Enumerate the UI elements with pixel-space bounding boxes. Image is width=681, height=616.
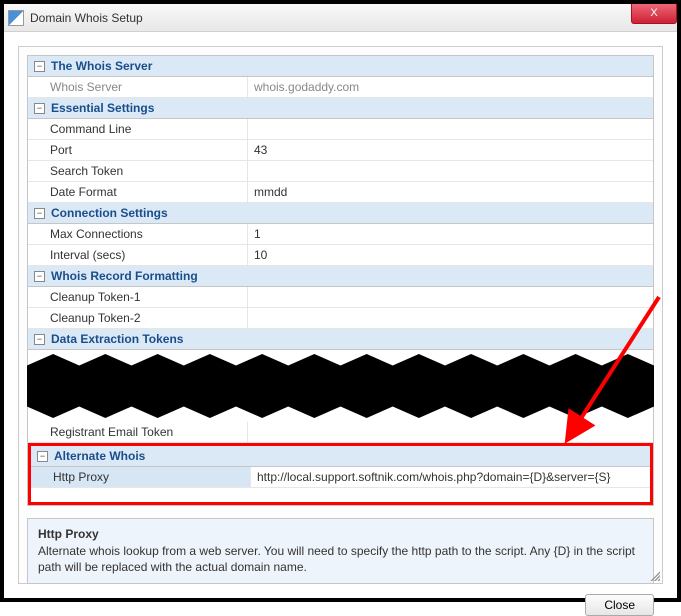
truncation-indicator-icon — [27, 354, 654, 418]
window-close-button[interactable]: X — [631, 4, 677, 24]
section-title: Connection Settings — [51, 206, 168, 220]
label: Http Proxy — [31, 467, 251, 487]
section-alternate[interactable]: − Alternate Whois — [31, 446, 650, 467]
row-cleanup1[interactable]: Cleanup Token-1 — [28, 287, 653, 308]
section-title: The Whois Server — [51, 59, 152, 73]
description-title: Http Proxy — [38, 527, 643, 541]
label: Search Token — [28, 161, 248, 181]
row-date-format[interactable]: Date Format mmdd — [28, 182, 653, 203]
label: Command Line — [28, 119, 248, 139]
value: 1 — [248, 224, 653, 244]
footer: Close — [27, 594, 654, 616]
label: Interval (secs) — [28, 245, 248, 265]
label: Cleanup Token-2 — [28, 308, 248, 328]
section-connection[interactable]: − Connection Settings — [28, 203, 653, 224]
section-title: Essential Settings — [51, 101, 154, 115]
row-whois-server[interactable]: Whois Server whois.godaddy.com — [28, 77, 653, 98]
row-command-line[interactable]: Command Line — [28, 119, 653, 140]
section-title: Alternate Whois — [54, 449, 145, 463]
section-title: Data Extraction Tokens — [51, 332, 183, 346]
description-text: Alternate whois lookup from a web server… — [38, 543, 643, 575]
value: 10 — [248, 245, 653, 265]
property-grid: − The Whois Server Whois Server whois.go… — [27, 55, 654, 506]
label: Cleanup Token-1 — [28, 287, 248, 307]
description-panel: Http Proxy Alternate whois lookup from a… — [27, 518, 654, 584]
value: mmdd — [248, 182, 653, 202]
minus-icon[interactable]: − — [34, 208, 45, 219]
value — [248, 308, 653, 328]
value — [248, 119, 653, 139]
value: 43 — [248, 140, 653, 160]
row-port[interactable]: Port 43 — [28, 140, 653, 161]
value — [248, 161, 653, 181]
label: Registrant Email Token — [28, 422, 248, 442]
minus-icon[interactable]: − — [34, 61, 45, 72]
row-interval[interactable]: Interval (secs) 10 — [28, 245, 653, 266]
highlight-annotation: − Alternate Whois Http Proxy — [28, 443, 653, 505]
value — [248, 422, 653, 442]
row-search-token[interactable]: Search Token — [28, 161, 653, 182]
value — [248, 287, 653, 307]
row-max-connections[interactable]: Max Connections 1 — [28, 224, 653, 245]
titlebar: Domain Whois Setup X — [4, 4, 677, 32]
section-formatting[interactable]: − Whois Record Formatting — [28, 266, 653, 287]
label: Max Connections — [28, 224, 248, 244]
content-area: − The Whois Server Whois Server whois.go… — [4, 32, 677, 598]
inner-panel: − The Whois Server Whois Server whois.go… — [18, 46, 663, 584]
minus-icon[interactable]: − — [34, 103, 45, 114]
minus-icon[interactable]: − — [34, 271, 45, 282]
resize-grip-icon[interactable] — [648, 569, 660, 581]
section-whois-server[interactable]: − The Whois Server — [28, 56, 653, 77]
row-http-proxy[interactable]: Http Proxy — [31, 467, 650, 488]
minus-icon[interactable]: − — [37, 451, 48, 462]
value: whois.godaddy.com — [248, 77, 653, 97]
minus-icon[interactable]: − — [34, 334, 45, 345]
app-icon — [8, 10, 24, 26]
row-cleanup2[interactable]: Cleanup Token-2 — [28, 308, 653, 329]
label: Date Format — [28, 182, 248, 202]
label: Port — [28, 140, 248, 160]
section-essential[interactable]: − Essential Settings — [28, 98, 653, 119]
section-extraction[interactable]: − Data Extraction Tokens — [28, 329, 653, 350]
value[interactable] — [251, 467, 650, 487]
close-button[interactable]: Close — [585, 594, 654, 616]
window-title: Domain Whois Setup — [30, 11, 143, 25]
section-title: Whois Record Formatting — [51, 269, 198, 283]
row-registrant-email[interactable]: Registrant Email Token — [28, 422, 653, 443]
label: Whois Server — [28, 77, 248, 97]
http-proxy-input[interactable] — [257, 470, 644, 484]
